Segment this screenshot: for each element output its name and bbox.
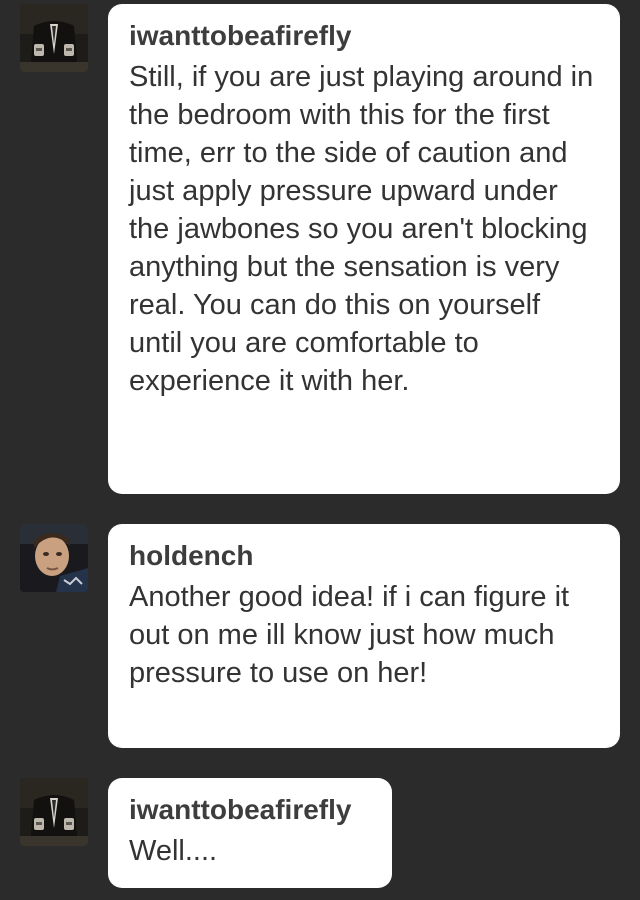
message-username[interactable]: iwanttobeafirefly (129, 794, 372, 826)
user-avatar-face-icon[interactable] (20, 524, 88, 592)
message-bubble: holdench Another good idea! if i can fig… (108, 524, 620, 748)
message-text: Another good idea! if i can figure it ou… (129, 581, 570, 689)
message-username[interactable]: holdench (129, 540, 600, 572)
user-avatar-suit-icon[interactable] (20, 778, 88, 846)
message-username[interactable]: iwanttobeafirefly (129, 20, 600, 52)
message-bubble: iwanttobeafirefly Well.... (108, 778, 392, 888)
message-thread: iwanttobeafirefly Still, if you are just… (0, 0, 640, 900)
user-avatar-suit-icon[interactable] (20, 4, 88, 72)
message-text: Well.... (129, 835, 218, 867)
message-bubble: iwanttobeafirefly Still, if you are just… (108, 4, 620, 494)
message-text: Still, if you are just playing around in… (129, 61, 594, 397)
